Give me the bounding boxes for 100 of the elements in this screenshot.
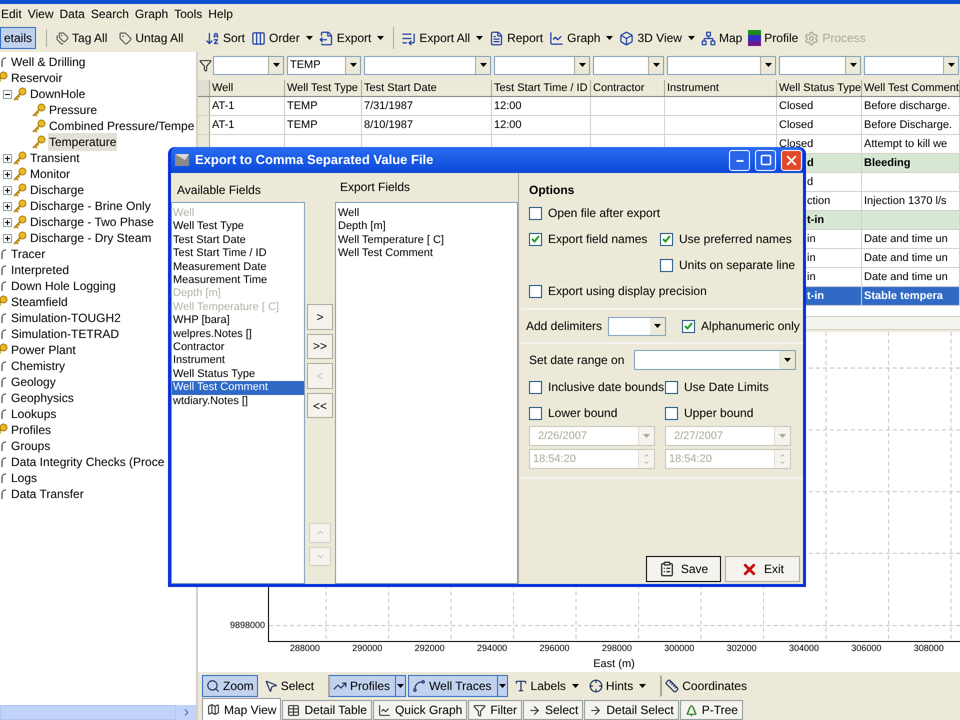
toolbar-button[interactable]: Profile [747, 27, 800, 49]
tree-item[interactable]: Monitor [13, 166, 74, 182]
expand-toggle[interactable] [3, 170, 12, 178]
list-item[interactable]: Well Test Type [172, 220, 304, 234]
filter-dropdown[interactable] [593, 56, 664, 74]
tree-item[interactable]: Down Hole Logging [0, 278, 119, 294]
tree-item[interactable]: Groups [0, 438, 54, 454]
table-row[interactable]: AT-1 TEMP 8/10/1987 12:00 Closed Before Discharge. [198, 116, 960, 135]
list-item[interactable]: wtdiary.Notes [] [172, 394, 304, 408]
checkbox[interactable]: Open file after export [529, 204, 803, 222]
list-item[interactable]: Test Start Time / ID [172, 247, 304, 261]
move-button[interactable]: << [307, 392, 333, 418]
tree-item[interactable]: Discharge - Dry Steam [13, 230, 154, 246]
expand-toggle[interactable] [3, 202, 12, 210]
filter-dropdown[interactable] [364, 56, 491, 74]
save-button[interactable]: Save [646, 556, 721, 582]
date-range-dropdown[interactable] [634, 350, 796, 370]
tree-item[interactable]: Data Integrity Checks (Proce [0, 454, 168, 470]
toolbar-button[interactable]: Untag All [116, 27, 186, 49]
available-fields-list[interactable] [171, 202, 305, 584]
toolbar-button[interactable]: Export All [393, 27, 484, 49]
list-item[interactable]: Test Start Date [172, 234, 304, 248]
tree-item[interactable]: Simulation-TOUGH2 [0, 310, 124, 326]
list-item[interactable]: Depth [m] [338, 220, 517, 234]
column-header[interactable]: Instrument [665, 80, 777, 96]
column-header[interactable]: Well [210, 80, 285, 96]
expand-toggle[interactable] [3, 90, 12, 98]
toolbar-button[interactable]: Well Traces [408, 675, 508, 697]
row-header[interactable] [198, 116, 210, 134]
list-item[interactable]: Contractor [172, 341, 304, 354]
menu-item[interactable]: Data [56, 5, 88, 23]
toolbar-button[interactable]: Map [700, 27, 744, 49]
list-item[interactable]: Measurement Time [172, 274, 304, 288]
tab[interactable]: Detail Select [584, 700, 679, 720]
tab[interactable]: Detail Table [282, 700, 372, 720]
horizontal-scrollbar[interactable] [0, 705, 196, 720]
column-header[interactable]: Contractor [591, 80, 665, 96]
tree-item[interactable]: Simulation-TETRAD [0, 326, 122, 342]
delimiters-dropdown[interactable] [608, 316, 666, 336]
exit-button[interactable]: Exit [725, 556, 800, 582]
menu-item[interactable]: View [24, 5, 56, 23]
tree-item[interactable]: DownHole [13, 86, 88, 102]
tab[interactable]: Filter [468, 700, 522, 720]
toolbar-button[interactable]: Sort [204, 27, 246, 49]
column-header[interactable]: Well Status Type [777, 80, 862, 96]
checkbox[interactable]: Alphanumeric only [682, 317, 800, 335]
list-item[interactable]: Well [338, 207, 517, 220]
tree-item[interactable]: Reservoir [0, 70, 66, 86]
toolbar-button[interactable]: 3D View [618, 27, 696, 49]
tree-item[interactable]: Well & Drilling [0, 54, 88, 70]
toolbar-button[interactable]: Labels [510, 675, 583, 697]
toolbar-button[interactable]: etails [0, 27, 36, 49]
checkbox[interactable]: Inclusive date bounds [529, 378, 665, 396]
tree-item[interactable]: Steamfield [0, 294, 71, 310]
filter-dropdown[interactable] [864, 56, 959, 74]
tab[interactable]: Select [523, 700, 584, 720]
minimize-button[interactable] [729, 150, 750, 170]
toolbar-button[interactable]: Hints [584, 675, 650, 697]
tree-item[interactable]: Discharge - Two Phase [13, 214, 157, 230]
toolbar-button[interactable]: Tag All [53, 27, 110, 49]
filter-dropdown[interactable] [213, 56, 284, 74]
move-button[interactable]: > [307, 304, 333, 330]
tree-item[interactable]: Pressure [32, 102, 100, 118]
filter-dropdown[interactable] [779, 56, 861, 74]
menu-item[interactable]: Graph [132, 5, 172, 23]
toolbar-button[interactable]: Export [318, 27, 386, 49]
expand-toggle[interactable] [3, 154, 12, 162]
tree-item[interactable]: Transient [13, 150, 83, 166]
filter-dropdown[interactable] [667, 56, 776, 74]
tab[interactable]: P-Tree [680, 700, 743, 720]
tree-item[interactable]: Profiles [0, 422, 54, 438]
tree-item[interactable]: Discharge - Brine Only [13, 198, 154, 214]
toolbar-button[interactable]: Order [250, 27, 314, 49]
tab[interactable]: Quick Graph [372, 700, 468, 720]
row-header[interactable] [198, 97, 210, 115]
filter-dropdown[interactable]: TEMP [287, 56, 361, 74]
table-row[interactable]: AT-1 TEMP 7/31/1987 12:00 Closed Before discharge. [198, 97, 960, 116]
list-item[interactable]: welpres.Notes [] [172, 328, 304, 342]
menu-item[interactable]: Edit [0, 5, 25, 23]
toolbar-button[interactable]: Select [260, 675, 318, 697]
maximize-button[interactable] [755, 150, 776, 170]
column-header[interactable]: Test Start Date [362, 80, 492, 96]
tree-item[interactable]: Geology [0, 374, 59, 390]
column-header[interactable]: Well Test Comment [862, 80, 960, 96]
toolbar-button[interactable]: Report [488, 27, 544, 49]
checkbox[interactable]: Units on separate line [660, 256, 796, 274]
toolbar-button[interactable]: Zoom [202, 675, 258, 697]
list-item[interactable]: Measurement Date [172, 260, 304, 274]
export-fields-list[interactable]: Well Depth [m] Well Temperature [ C] Well Test Comment [335, 202, 518, 584]
tree-item[interactable]: Tracer [0, 246, 48, 262]
tree-item[interactable]: Logs [0, 470, 40, 486]
list-item[interactable]: Well Test Comment [338, 247, 517, 261]
list-item[interactable]: Instrument [172, 354, 304, 368]
checkbox[interactable]: Use Date Limits [665, 378, 769, 396]
menu-item[interactable]: Search [88, 5, 132, 23]
tree-item[interactable]: Interpreted [0, 262, 72, 278]
column-header[interactable]: Test Start Time / ID [492, 80, 591, 96]
expand-toggle[interactable] [3, 234, 12, 242]
list-item[interactable]: Well Test Comment [172, 381, 304, 395]
toolbar-button[interactable]: Graph [548, 27, 614, 49]
